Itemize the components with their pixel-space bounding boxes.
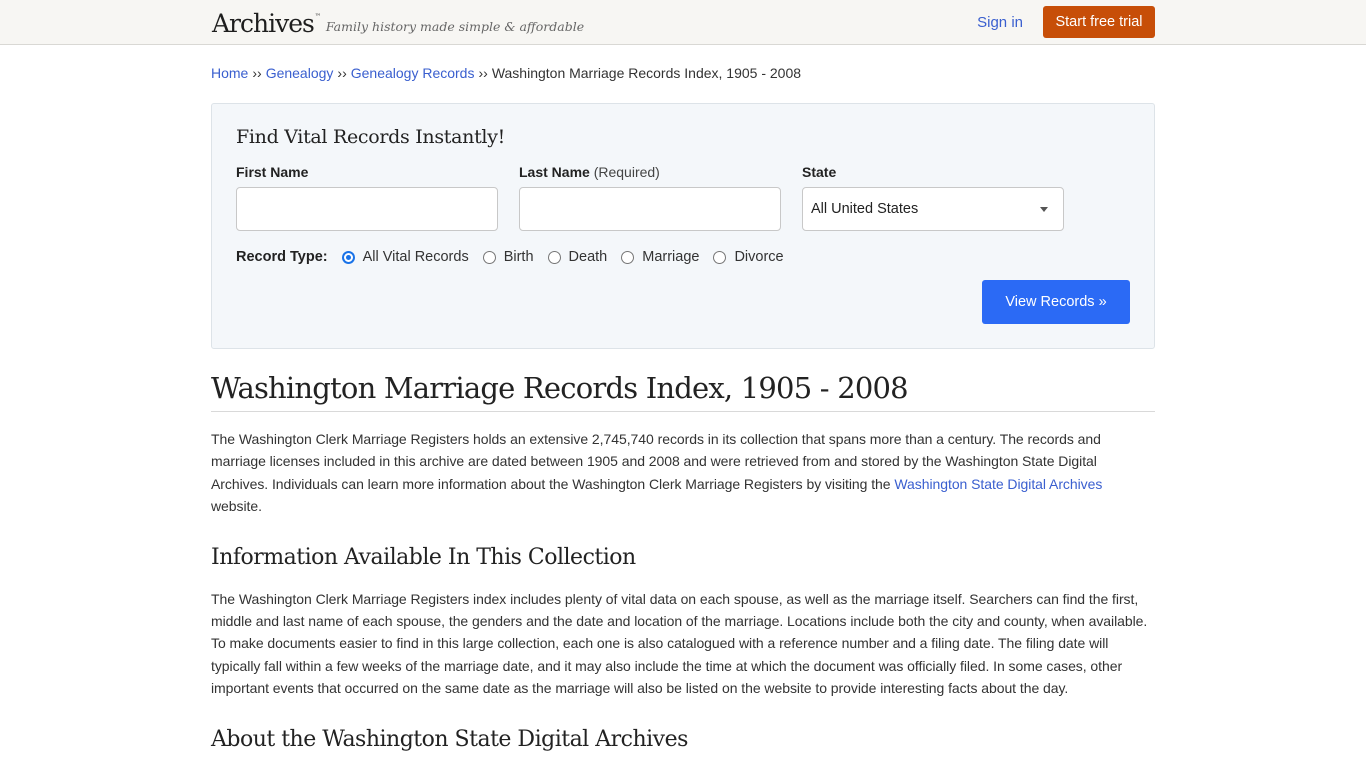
state-select-value: All United States: [811, 201, 919, 217]
last-name-field-group: Last Name (Required): [519, 164, 781, 231]
tagline: Family history made simple & affordable: [325, 18, 585, 34]
breadcrumb-current: Washington Marriage Records Index, 1905 …: [491, 65, 802, 81]
first-name-field-group: First Name: [236, 164, 498, 231]
record-type-label: Record Type:: [236, 249, 328, 265]
breadcrumb-separator: ››: [478, 65, 488, 81]
radio-unchecked-icon[interactable]: [482, 250, 496, 264]
brand[interactable]: Archives™ Family history made simple & a…: [212, 8, 585, 38]
breadcrumb-home[interactable]: Home: [211, 65, 248, 81]
intro-text-end: website.: [211, 498, 262, 515]
radio-unchecked-icon[interactable]: [621, 250, 635, 264]
radio-label: Marriage: [642, 249, 700, 265]
site-header: Archives™ Family history made simple & a…: [0, 0, 1366, 45]
breadcrumb-separator: ››: [337, 65, 347, 81]
radio-birth[interactable]: Birth: [482, 249, 534, 265]
radio-unchecked-icon[interactable]: [713, 250, 727, 264]
radio-divorce[interactable]: Divorce: [713, 249, 784, 265]
start-free-trial-button[interactable]: Start free trial: [1043, 6, 1155, 38]
record-type-group: Record Type: All Vital Records Birth Dea…: [236, 249, 1130, 265]
required-note: (Required): [593, 164, 660, 180]
radio-label: Divorce: [734, 249, 784, 265]
radio-label: Death: [568, 249, 608, 265]
state-label-text: State: [802, 164, 837, 180]
radio-unchecked-icon[interactable]: [547, 250, 561, 264]
first-name-label-text: First Name: [236, 164, 309, 180]
information-paragraph: The Washington Clerk Marriage Registers …: [211, 590, 1148, 697]
trademark-mark: ™: [314, 12, 321, 20]
page-title: Washington Marriage Records Index, 1905 …: [211, 371, 1155, 412]
sign-in-link[interactable]: Sign in: [977, 14, 1023, 31]
breadcrumb-genealogy[interactable]: Genealogy: [266, 65, 334, 81]
breadcrumb: Home ›› Genealogy ›› Genealogy Records ›› Wash…: [211, 45, 1155, 94]
search-form-title: Find Vital Records Instantly!: [236, 126, 505, 148]
last-name-label-text: Last Name: [519, 164, 590, 180]
intro-paragraph: The Washington Clerk Marriage Registers …: [211, 428, 1155, 518]
radio-all-vital-records[interactable]: All Vital Records: [341, 249, 469, 265]
radio-label: All Vital Records: [362, 249, 469, 265]
last-name-input[interactable]: [519, 187, 781, 231]
logo[interactable]: Archives™: [212, 9, 321, 38]
vital-records-search-form: Find Vital Records Instantly! First Name…: [211, 103, 1155, 349]
section-heading-information: Information Available In This Collection: [211, 544, 636, 570]
dropdown-caret-icon: [1040, 206, 1048, 212]
state-field-group: State All United States: [802, 164, 1064, 231]
state-label: State: [802, 164, 1064, 180]
breadcrumb-genealogy-records[interactable]: Genealogy Records: [351, 65, 475, 81]
state-select[interactable]: All United States: [802, 187, 1064, 231]
view-records-button[interactable]: View Records »: [982, 280, 1130, 324]
last-name-label: Last Name (Required): [519, 164, 781, 180]
radio-marriage[interactable]: Marriage: [621, 249, 699, 265]
breadcrumb-separator: ››: [252, 65, 262, 81]
logo-text: Archives: [212, 8, 315, 38]
section-heading-about: About the Washington State Digital Archi…: [211, 726, 688, 752]
first-name-input[interactable]: [236, 187, 498, 231]
washington-state-digital-archives-link[interactable]: Washington State Digital Archives: [894, 476, 1102, 492]
radio-death[interactable]: Death: [547, 249, 608, 265]
radio-label: Birth: [503, 249, 534, 265]
radio-checked-icon[interactable]: [341, 250, 355, 264]
first-name-label: First Name: [236, 164, 498, 180]
